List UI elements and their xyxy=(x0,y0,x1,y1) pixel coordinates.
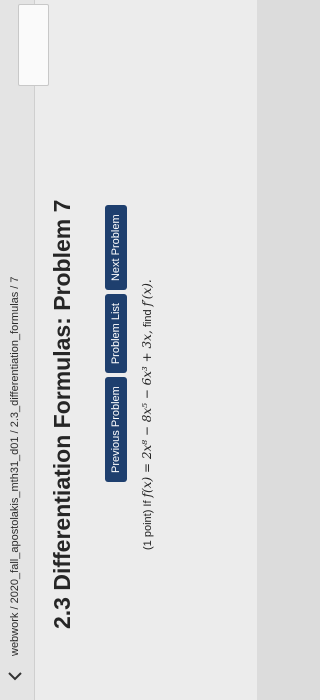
derivative-target: f′(x). xyxy=(140,279,154,307)
back-chevron-icon[interactable] xyxy=(6,666,24,684)
top-bar: webwork / 2020_fall_apostolakis_mth31_d0… xyxy=(0,0,35,700)
problem-points-text: (1 point) If xyxy=(142,500,154,550)
screen: webwork / 2020_fall_apostolakis_mth31_d0… xyxy=(0,0,257,700)
problem-statement: (1 point) If f(x) = 2x⁸ − 8x⁵ − 6x³ + 3x… xyxy=(140,90,154,550)
sidebar-input-box[interactable] xyxy=(18,4,49,86)
problem-nav-buttons: Previous Problem Problem List Next Probl… xyxy=(105,205,127,482)
breadcrumb[interactable]: webwork / 2020_fall_apostolakis_mth31_d0… xyxy=(9,16,21,656)
previous-problem-button[interactable]: Previous Problem xyxy=(105,377,127,482)
function-expression: f(x) = 2x⁸ − 8x⁵ − 6x³ + 3x, xyxy=(140,330,154,498)
problem-list-button[interactable]: Problem List xyxy=(105,294,127,374)
next-problem-button[interactable]: Next Problem xyxy=(105,205,127,291)
find-text: find xyxy=(142,309,154,328)
page-title: 2.3 Differentiation Formulas: Problem 7 xyxy=(49,199,75,629)
